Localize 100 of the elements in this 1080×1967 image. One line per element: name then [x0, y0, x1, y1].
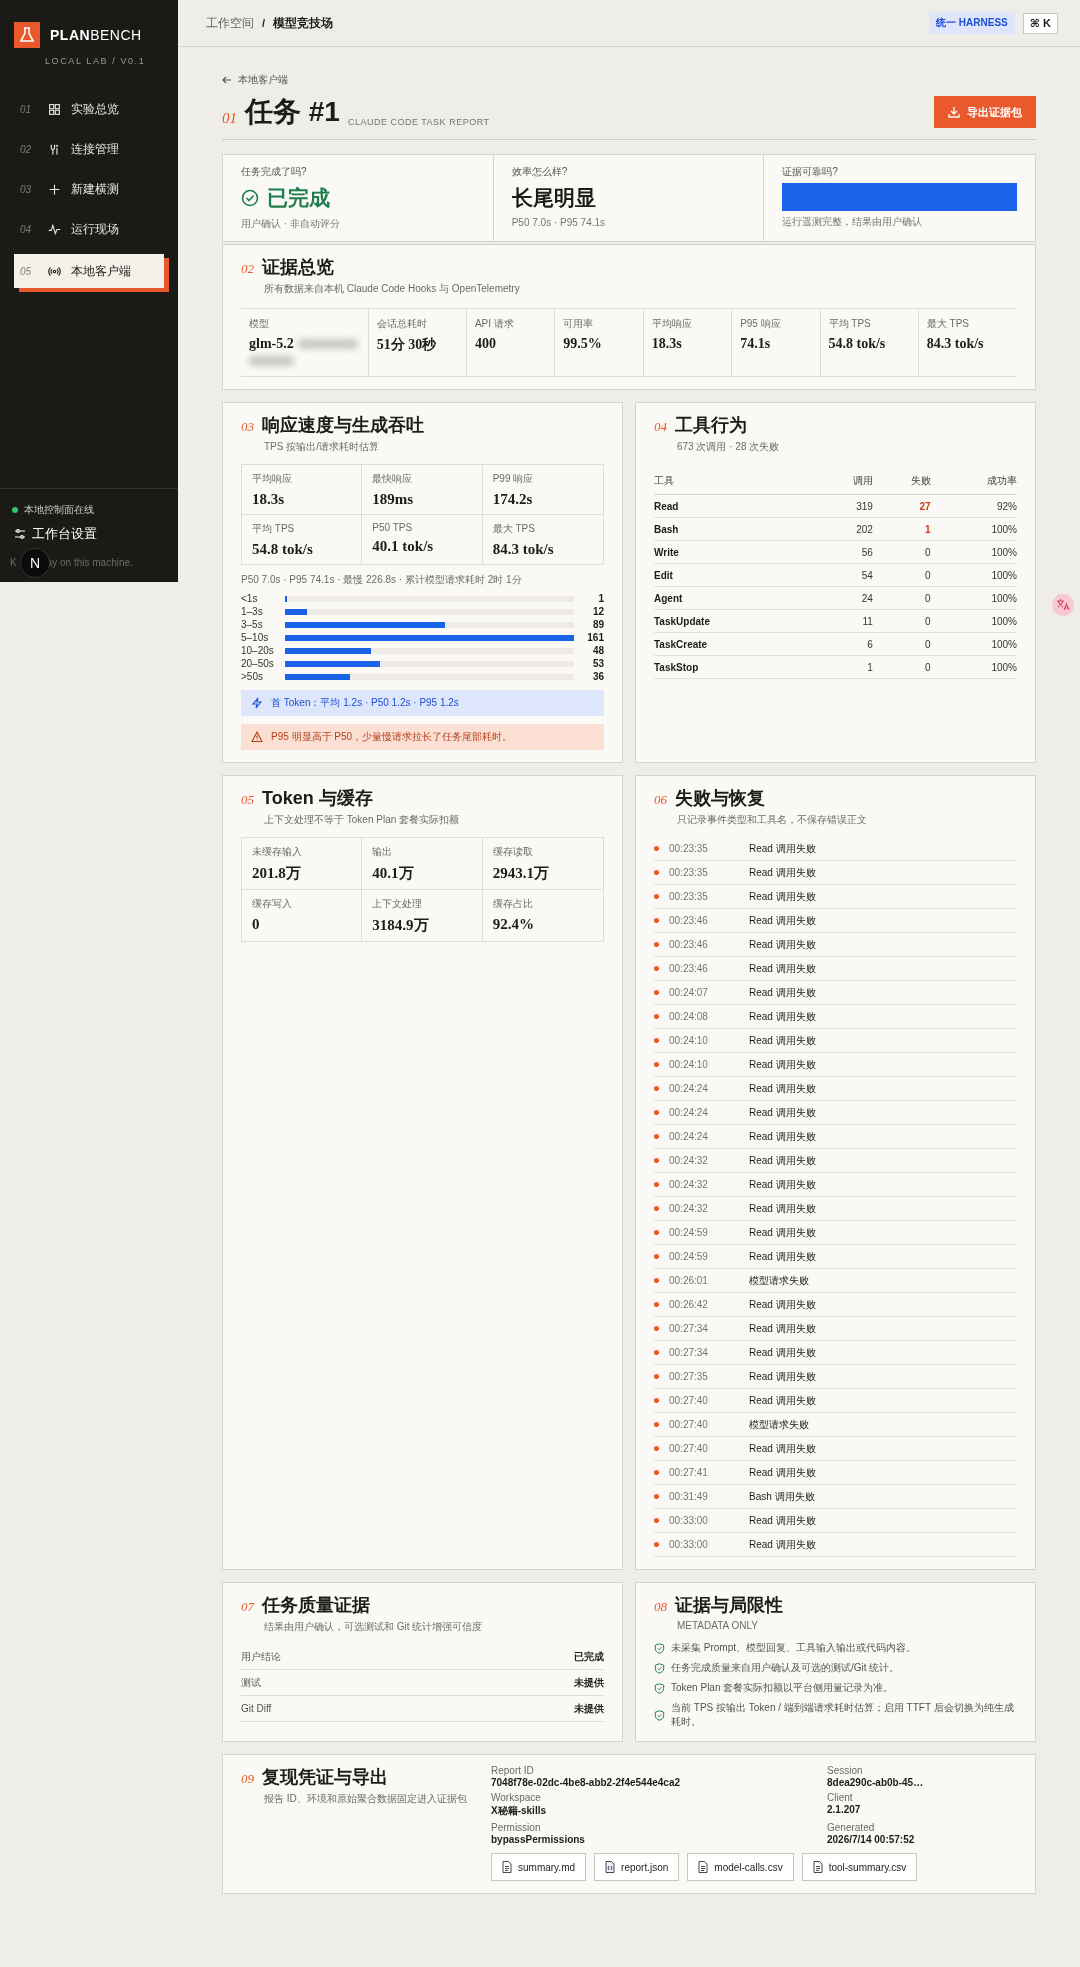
table-cell: TaskUpdate: [654, 609, 816, 633]
check-circle-icon: [241, 189, 259, 207]
stat-value: 3184.9万: [372, 916, 430, 935]
section-number: 04: [654, 419, 667, 435]
stat-label: 平均 TPS: [828, 317, 872, 331]
event-time: 00:24:10: [669, 1035, 709, 1046]
document-icon: [812, 1861, 823, 1873]
bin-count: 53: [591, 658, 604, 669]
stat-label: 模型: [249, 317, 270, 331]
settings-link[interactable]: 工作台设置: [32, 525, 97, 543]
summary-note: 用户确认 · 非自动评分: [241, 217, 341, 231]
event-text: Read 调用失败: [749, 1033, 816, 1048]
redaction-blur: [249, 356, 294, 366]
broadcast-icon: [48, 264, 61, 278]
event-time: 00:26:01: [669, 1275, 709, 1286]
file-button[interactable]: summary.md: [491, 1853, 587, 1881]
event-text: Read 调用失败: [749, 937, 816, 952]
warning-banner: P95 明显高于 P50，少量慢请求拉长了任务尾部耗时。: [241, 724, 604, 750]
summary-note: 运行遥测完整，结果由用户确认: [782, 215, 924, 229]
table-cell: 100%: [930, 563, 1017, 587]
export-button[interactable]: 导出证据包: [934, 96, 1036, 128]
stat-value: 189ms: [372, 491, 415, 508]
table-cell: 319: [815, 494, 873, 518]
nav-item[interactable]: 01 实验总览: [14, 94, 164, 124]
event-text: Read 调用失败: [749, 1153, 816, 1168]
section-subtitle: 上下文处理不等于 Token Plan 套餐实际扣额: [263, 813, 461, 827]
event-text: Read 调用失败: [749, 961, 816, 976]
warning-icon: [251, 731, 263, 743]
section-title: 任务质量证据: [262, 1594, 370, 1617]
stat-value: glm-5.2: [249, 336, 294, 352]
column-header: 调用: [815, 468, 873, 495]
translate-icon[interactable]: [1052, 594, 1074, 616]
breadcrumb-link[interactable]: 工作空间: [206, 14, 254, 32]
event-time: 00:24:24: [669, 1083, 709, 1094]
breadcrumb-separator: /: [262, 17, 266, 29]
back-link[interactable]: 本地客户端: [238, 73, 288, 87]
page-subtitle: CLAUDE CODE TASK REPORT: [347, 117, 490, 127]
stat-value: 0: [252, 916, 261, 933]
event-text: Read 调用失败: [749, 1297, 816, 1312]
meta-label: Generated: [827, 1822, 876, 1833]
event-dot: [654, 990, 659, 995]
event-dot: [654, 1398, 659, 1403]
file-button[interactable]: model-calls.csv: [687, 1853, 794, 1881]
event-text: Read 调用失败: [749, 1321, 816, 1336]
event-time: 00:24:24: [669, 1107, 709, 1118]
meta-value: 7048f78e-02dc-4be8-abb2-2f4e544e4ca2: [491, 1777, 681, 1788]
arrow-left-icon: [222, 75, 232, 85]
section-number: 03: [241, 419, 254, 435]
bin-label: 3–5s: [241, 619, 264, 630]
event-text: Read 调用失败: [749, 1369, 816, 1384]
event-dot: [654, 1494, 659, 1499]
event-time: 00:23:46: [669, 915, 709, 926]
event-dot: [654, 966, 659, 971]
event-time: 00:31:49: [669, 1491, 709, 1502]
stat-label: 平均响应: [252, 472, 293, 486]
stat-label: 最快响应: [372, 472, 414, 486]
section-number: 05: [241, 792, 254, 808]
bin-count: 48: [591, 645, 604, 656]
section-title: 证据与局限性: [675, 1594, 783, 1617]
sliders-icon: [14, 528, 26, 540]
stat-label: 缓存读取: [492, 845, 534, 859]
event-text: Read 调用失败: [749, 889, 816, 904]
bin-label: 20–50s: [241, 658, 275, 669]
summary-question: 效率怎么样?: [511, 165, 569, 179]
file-button[interactable]: tool-summary.csv: [801, 1853, 918, 1881]
stat-value: 54.8 tok/s: [252, 541, 314, 558]
stat-label: 最大 TPS: [926, 317, 970, 331]
file-button[interactable]: report.json: [594, 1853, 680, 1881]
column-header: 失败: [872, 468, 931, 495]
column-header: 工具: [654, 468, 816, 495]
table-cell: Agent: [654, 586, 816, 610]
section-title: 证据总览: [262, 256, 334, 279]
event-text: Read 调用失败: [749, 1225, 816, 1240]
event-dot: [654, 1230, 659, 1235]
event-time: 00:27:35: [669, 1371, 709, 1382]
page-title: 任务 #1: [245, 95, 340, 129]
event-time: 00:23:35: [669, 891, 709, 902]
event-dot: [654, 1446, 659, 1451]
event-time: 00:24:07: [669, 987, 709, 998]
event-dot: [654, 846, 659, 851]
bin-count: 36: [591, 671, 604, 682]
nav-item[interactable]: 02 连接管理: [14, 134, 164, 164]
shortcut-key[interactable]: ⌘ K: [1022, 12, 1058, 34]
meta-label: Session: [827, 1765, 864, 1776]
stat-value: 84.3 tok/s: [492, 541, 555, 558]
stat-value: 18.3s: [252, 491, 286, 508]
event-dot: [654, 1254, 659, 1259]
table-cell: 92%: [930, 494, 1017, 518]
row-value: 未提供: [574, 1675, 604, 1690]
stat-label: P95 响应: [740, 317, 782, 331]
document-icon: [502, 1861, 512, 1873]
nav-item[interactable]: 03 新建横测: [14, 174, 164, 204]
event-time: 00:26:42: [669, 1299, 709, 1310]
section-title: Token 与缓存: [262, 787, 373, 810]
section-title: 失败与恢复: [675, 787, 765, 810]
nav-item[interactable]: 04 运行现场: [14, 214, 164, 244]
stat-value: 92.4%: [492, 916, 535, 933]
event-dot: [654, 1014, 659, 1019]
section-subtitle: 只记录事件类型和工具名，不保存错误正文: [676, 813, 868, 827]
event-time: 00:27:40: [669, 1419, 709, 1430]
